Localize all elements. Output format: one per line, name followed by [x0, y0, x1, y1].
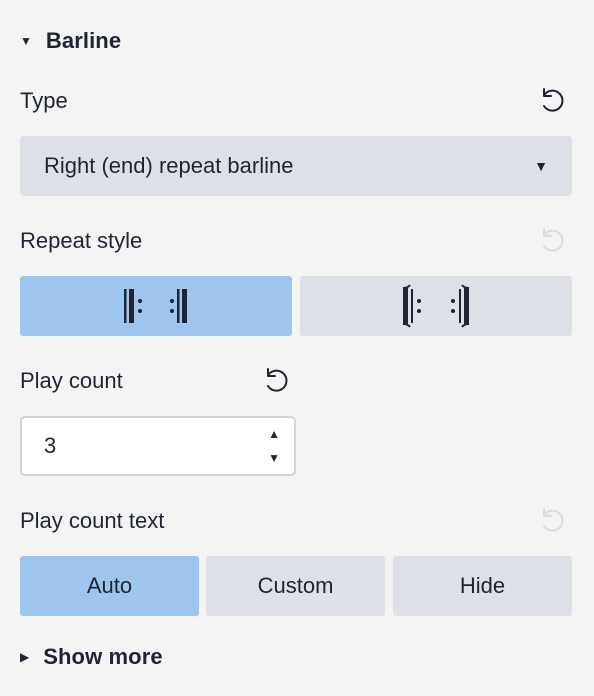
play-count-reset-icon[interactable] [260, 364, 292, 396]
play-count-text-auto-button[interactable]: Auto [20, 556, 199, 616]
play-count-value[interactable]: 3 [44, 433, 56, 459]
play-count-text-custom-button[interactable]: Custom [206, 556, 385, 616]
repeat-style-reset-icon [536, 224, 568, 256]
repeat-style-normal-button[interactable] [20, 276, 292, 336]
repeat-style-bracketed-button[interactable] [300, 276, 572, 336]
type-label: Type [20, 88, 68, 113]
show-more-label: Show more [43, 644, 163, 669]
show-more-toggle[interactable]: ▶ Show more [20, 642, 163, 672]
repeat-barlines-icon [121, 288, 191, 324]
type-reset-icon[interactable] [536, 84, 568, 116]
collapsed-triangle-icon: ▶ [20, 650, 30, 664]
play-count-text-reset-icon [536, 504, 568, 536]
expanded-triangle-icon: ▼ [20, 34, 32, 48]
play-count-text-hide-button[interactable]: Hide [393, 556, 572, 616]
decrement-down-icon[interactable]: ▼ [268, 452, 280, 464]
play-count-text-label: Play count text [20, 508, 165, 533]
type-dropdown[interactable]: Right (end) repeat barline ▼ [20, 136, 572, 196]
increment-up-icon[interactable]: ▲ [268, 428, 280, 440]
barline-properties-panel: ▼ Barline Type Right (end) repeat barlin… [0, 0, 594, 696]
bracketed-repeat-barlines-icon [400, 284, 472, 328]
chevron-down-icon: ▼ [534, 158, 548, 174]
barline-section-toggle[interactable]: ▼ Barline [20, 26, 121, 56]
play-count-stepper[interactable]: 3 ▲ ▼ [20, 416, 296, 476]
stepper-arrows: ▲ ▼ [268, 428, 280, 464]
type-dropdown-value: Right (end) repeat barline [44, 153, 294, 178]
repeat-style-label: Repeat style [20, 228, 143, 253]
section-title: Barline [45, 28, 122, 53]
play-count-label: Play count [20, 368, 123, 393]
